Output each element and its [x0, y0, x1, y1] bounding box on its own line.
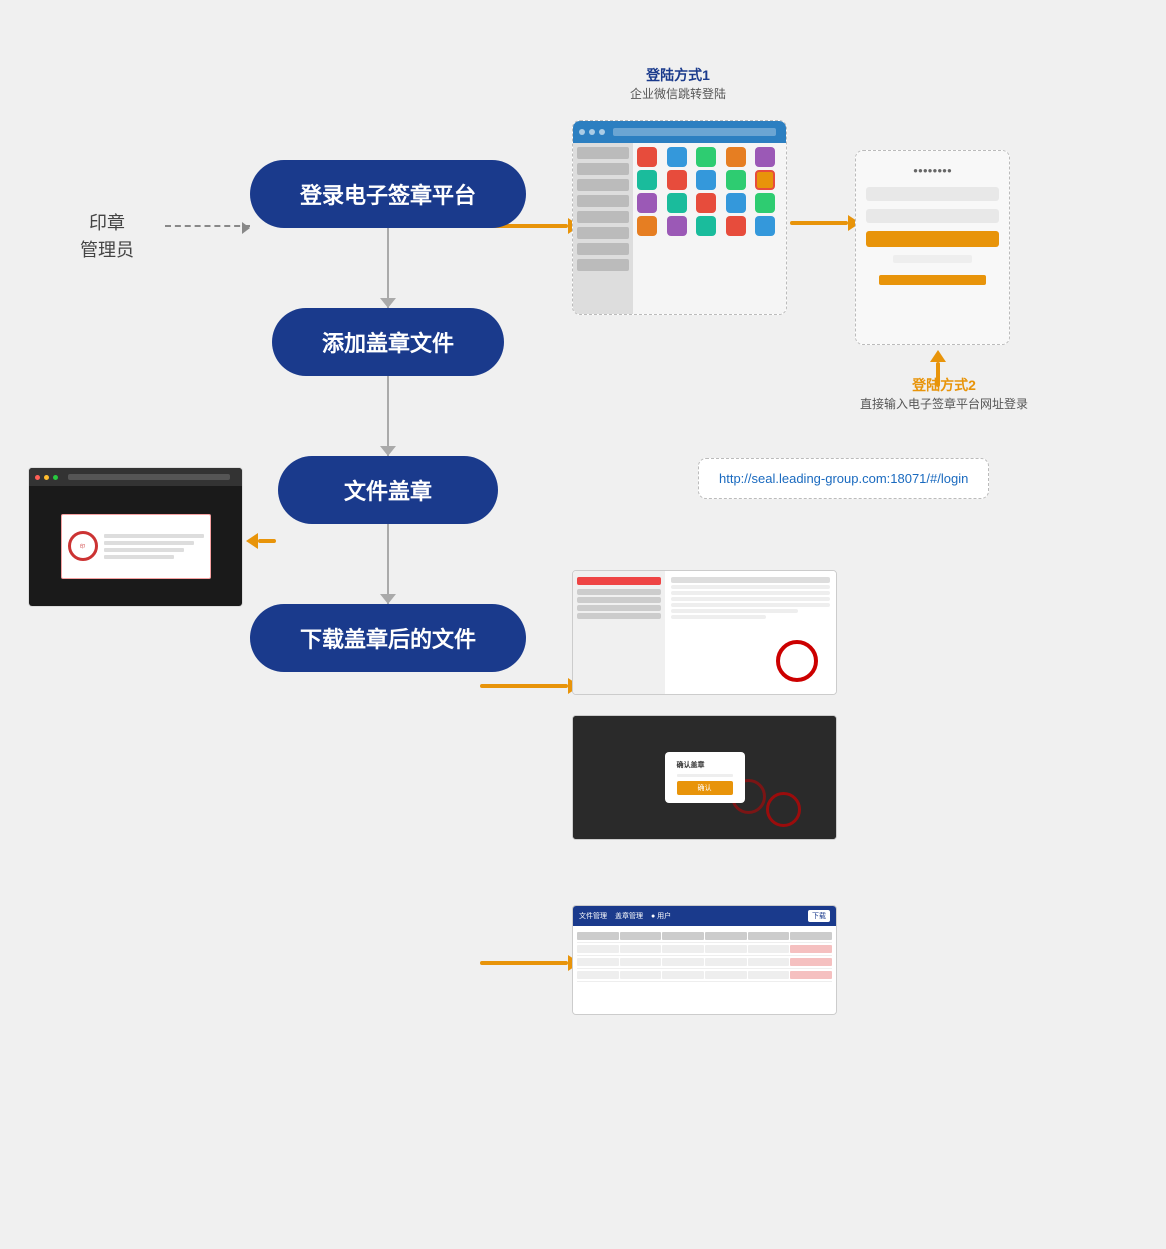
step-add-file: 添加盖章文件 [272, 308, 504, 376]
screenshot-seal-1 [572, 570, 837, 695]
arrow-download-to-right [480, 955, 580, 971]
flow-column: 登录电子签章平台 添加盖章文件 文件盖章 下载盖章后的文件 [250, 160, 526, 672]
screenshot-add-file: 印 [28, 467, 243, 607]
arrow-up-to-method2 [930, 350, 946, 387]
screenshot-wechat [572, 120, 787, 315]
login-method-2-desc: 直接输入电子签章平台网址登录 [860, 395, 1028, 412]
login-logo: ●●●●●●●● [913, 166, 952, 175]
step-download: 下载盖章后的文件 [250, 604, 526, 672]
arrow-seal-to-right [480, 678, 580, 694]
actor-label: 印章管理员 [80, 210, 134, 264]
arrow-add-file-to-left [246, 533, 276, 549]
screenshot-login-page: ●●●●●●●● [855, 150, 1010, 345]
arrow-wechat-to-login [790, 215, 860, 231]
arrow-down-1 [387, 228, 389, 308]
arrow-down-2 [387, 376, 389, 456]
actor-arrow [165, 225, 250, 227]
screenshot-seal-2: 确认盖章 确认 [572, 715, 837, 840]
screenshot-download: 文件管理 盖章管理 ● 用户 下载 [572, 905, 837, 1015]
login-method-1-label: 登陆方式1 企业微信跳转登陆 [630, 65, 726, 102]
url-box[interactable]: http://seal.leading-group.com:18071/#/lo… [698, 458, 989, 499]
login-method-1-desc: 企业微信跳转登陆 [630, 85, 726, 102]
arrow-down-3 [387, 524, 389, 604]
step-login: 登录电子签章平台 [250, 160, 526, 228]
step-seal: 文件盖章 [278, 456, 498, 524]
login-method-1-title: 登陆方式1 [630, 65, 726, 85]
main-container: 印章管理员 登录电子签章平台 添加盖章文件 文件盖章 下载盖章后的文件 登陆方式… [0, 0, 1166, 1249]
